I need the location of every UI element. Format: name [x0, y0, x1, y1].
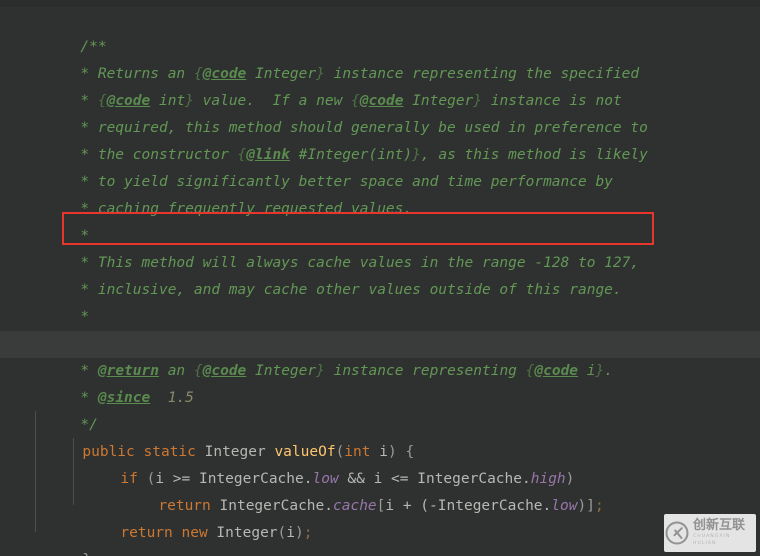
code-line-method-signature[interactable]: public static Integer valueOf(int i) {	[0, 412, 760, 460]
code-line[interactable]: * the constructor {@link #Integer(int)},…	[0, 115, 760, 163]
code-line[interactable]: * to yield significantly better space an…	[0, 142, 760, 190]
code-line[interactable]: if (i >= IntegerCache.low && i <= Intege…	[0, 439, 760, 487]
code-line[interactable]: }	[0, 520, 760, 556]
code-line[interactable]: *	[0, 196, 760, 244]
code-line[interactable]: * Returns an {@code Integer} instance re…	[0, 34, 760, 82]
code-editor-area[interactable]: /** * Returns an {@code Integer} instanc…	[0, 7, 760, 556]
code-line-current[interactable]: * @return an {@code Integer} instance re…	[0, 331, 760, 379]
code-line[interactable]: * inclusive, and may cache other values …	[0, 250, 760, 298]
code-line[interactable]: return IntegerCache.cache[i + (-IntegerC…	[0, 466, 760, 514]
code-line[interactable]: * caching frequently requested values.	[0, 169, 760, 217]
code-line[interactable]: /**	[0, 7, 760, 55]
code-line[interactable]: * @param i an {@code int} value.	[0, 304, 760, 352]
code-line[interactable]: return new Integer(i);	[0, 493, 760, 541]
code-line[interactable]: * {@code int} value. If a new {@code Int…	[0, 61, 760, 109]
code-line[interactable]: */	[0, 385, 760, 433]
editor-top-strip	[0, 0, 760, 7]
code-line[interactable]: *	[0, 277, 760, 325]
code-editor-screenshot: /** * Returns an {@code Integer} instanc…	[0, 0, 760, 556]
watermark-logo: 创新互联 CHUANGXIN HULIAN	[664, 514, 756, 552]
watermark-brand-en: CHUANGXIN HULIAN	[693, 534, 731, 546]
watermark-text: 创新互联 CHUANGXIN HULIAN	[693, 519, 756, 547]
watermark-brand-cn: 创新互联	[693, 518, 746, 533]
code-line-highlighted[interactable]: * This method will always cache values i…	[0, 223, 760, 271]
code-line[interactable]: * @since 1.5	[0, 358, 760, 406]
code-token-punct: }	[82, 552, 91, 556]
code-line[interactable]: * required, this method should generally…	[0, 88, 760, 136]
watermark-mark-icon	[664, 520, 690, 546]
